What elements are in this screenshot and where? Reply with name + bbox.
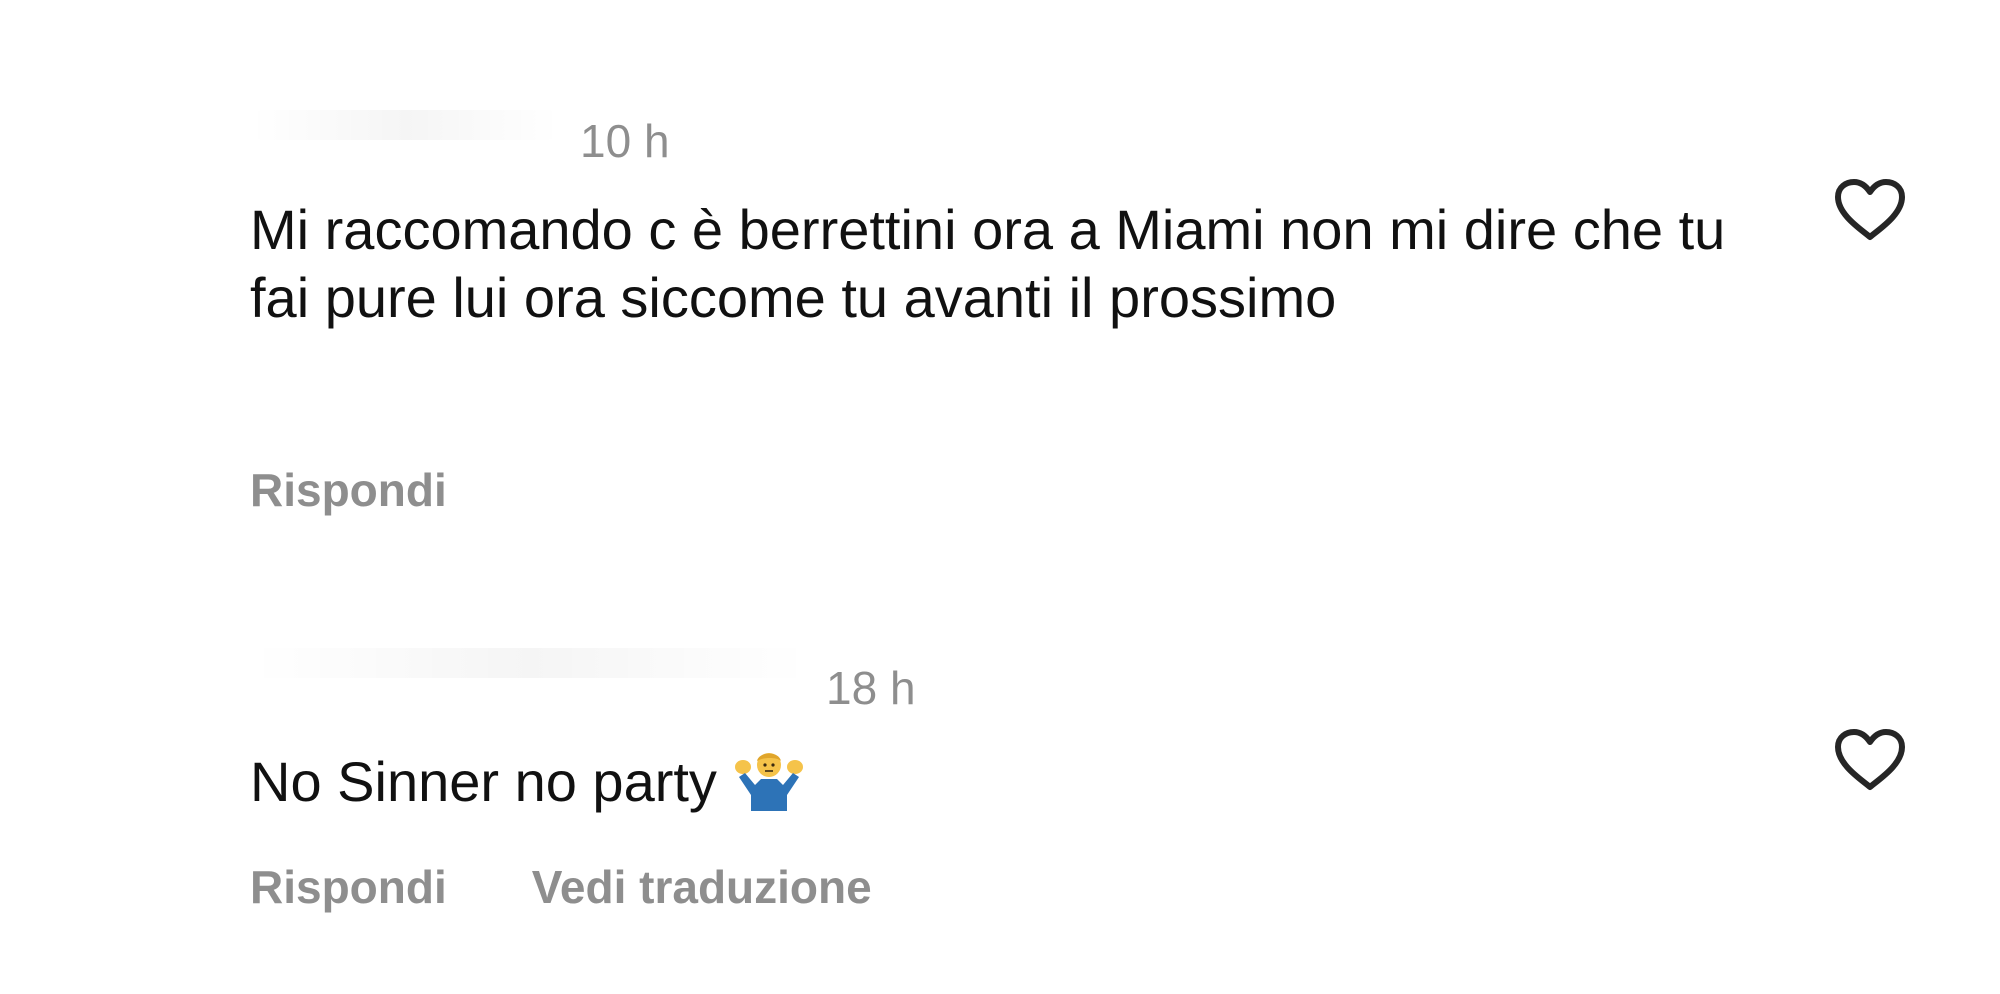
comment-actions: Rispondi Vedi traduzione	[250, 864, 872, 910]
comment-timestamp: 18 h	[826, 662, 916, 714]
comment-timestamp: 10 h	[580, 115, 670, 167]
person-shrugging-emoji	[733, 745, 805, 811]
comment-item: 10 h Mi raccomando c è berrettini ora a …	[0, 0, 2000, 560]
comment-text-row: No Sinner no party	[250, 745, 1750, 816]
reply-button[interactable]: Rispondi	[250, 864, 447, 910]
comment-actions: Rispondi	[250, 467, 447, 513]
see-translation-button[interactable]: Vedi traduzione	[532, 864, 872, 910]
comment-item: 18 h No Sinner no party Rispondi Vedi tr…	[0, 560, 2000, 994]
username-redacted	[250, 110, 560, 140]
comment-text: Mi raccomando c è berrettini ora a Miami…	[250, 198, 1726, 329]
username-redacted	[250, 648, 810, 678]
comment-text: No Sinner no party	[250, 750, 717, 813]
heart-outline-icon[interactable]	[1832, 727, 1908, 793]
heart-outline-icon[interactable]	[1832, 177, 1908, 243]
reply-button[interactable]: Rispondi	[250, 467, 447, 513]
